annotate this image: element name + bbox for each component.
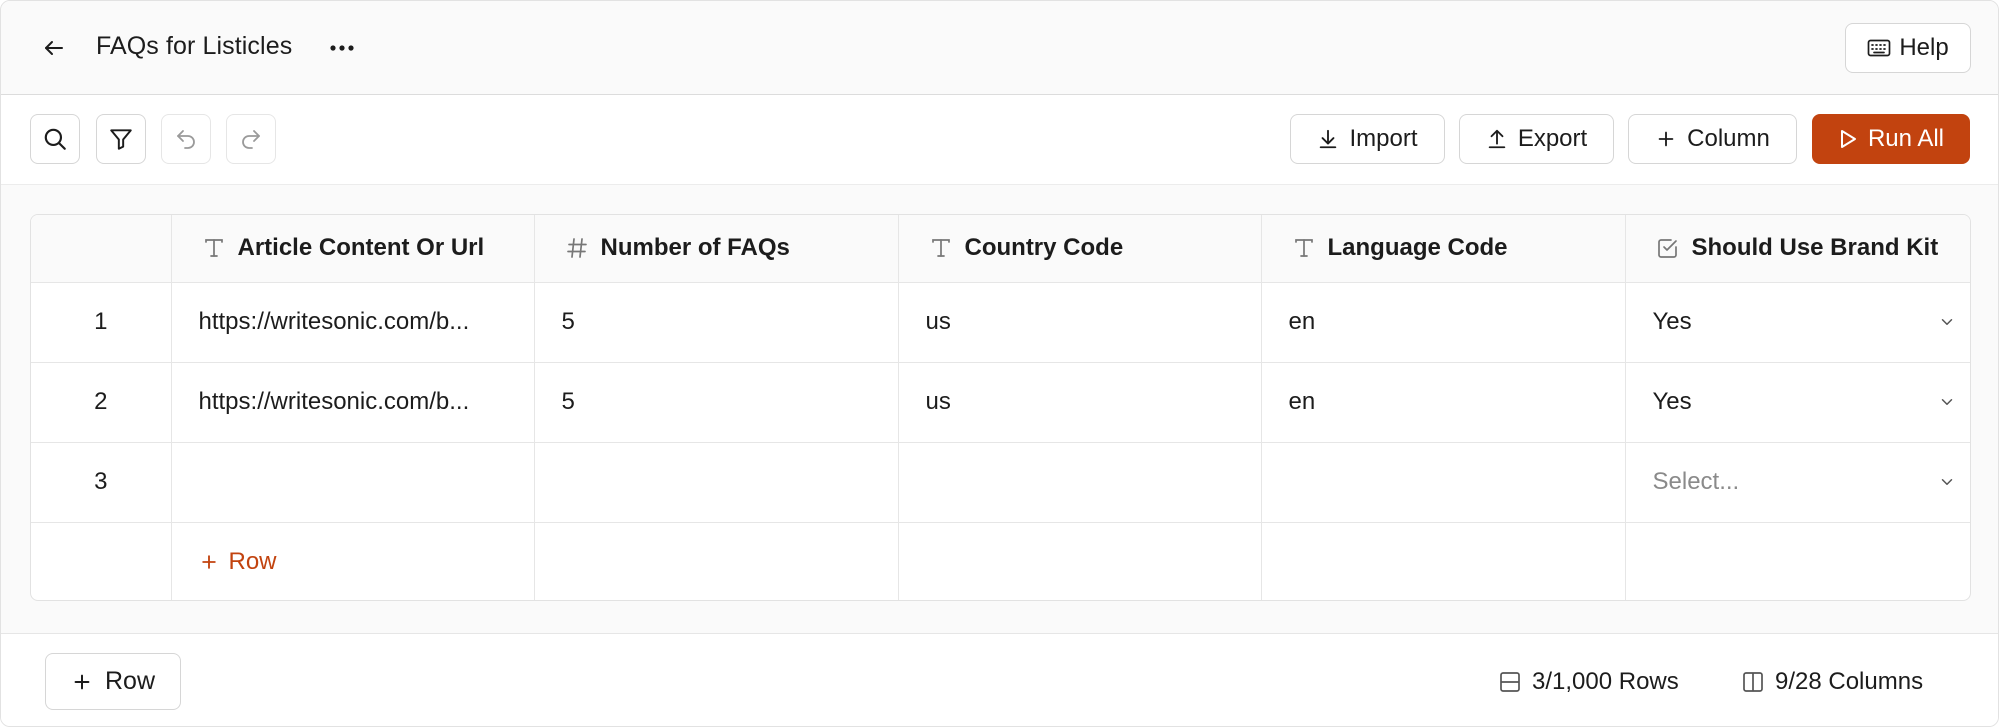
column-header-label: Number of FAQs bbox=[600, 234, 790, 262]
keyboard-icon bbox=[1867, 39, 1891, 57]
cell-country[interactable]: us bbox=[898, 362, 1262, 443]
select-value: Yes bbox=[1652, 388, 1692, 415]
cell-language[interactable]: en bbox=[1261, 362, 1626, 443]
cell-faqs[interactable] bbox=[534, 442, 899, 523]
add-row-label: Row bbox=[104, 667, 155, 695]
rows-icon bbox=[1500, 672, 1520, 692]
row-index: 1 bbox=[31, 282, 172, 363]
export-button[interactable]: Export bbox=[1459, 114, 1614, 164]
table-header-row: Article Content Or Url Number of FAQs Co… bbox=[31, 215, 1970, 283]
run-all-button[interactable]: Run All bbox=[1812, 114, 1970, 164]
table-row: 2 https://writesonic.com/b... 5 us en Ye… bbox=[31, 362, 1970, 443]
rows-count-label: 3/1,000 Rows bbox=[1532, 668, 1679, 695]
app-window: FAQs for Listicles Help Import Export Co… bbox=[0, 0, 1999, 727]
column-header-article[interactable]: Article Content Or Url bbox=[171, 215, 535, 283]
more-horizontal-icon bbox=[330, 45, 354, 51]
plus-icon bbox=[1658, 131, 1674, 147]
import-button[interactable]: Import bbox=[1290, 114, 1445, 164]
add-row-table-row: Row bbox=[31, 522, 1970, 600]
column-header-language[interactable]: Language Code bbox=[1261, 215, 1626, 283]
chevron-down-icon bbox=[1941, 479, 1953, 485]
add-column-button[interactable]: Column bbox=[1628, 114, 1797, 164]
cell-language[interactable]: en bbox=[1261, 282, 1626, 363]
search-button[interactable] bbox=[30, 114, 80, 164]
cell-language[interactable] bbox=[1261, 442, 1626, 523]
cell-article-value: https://writesonic.com/b... bbox=[198, 388, 470, 415]
table-row: 1 https://writesonic.com/b... 5 us en Ye… bbox=[31, 282, 1970, 363]
empty-cell bbox=[898, 522, 1262, 600]
add-row-button[interactable]: Row bbox=[45, 653, 181, 710]
arrow-left-icon bbox=[45, 41, 63, 55]
help-label: Help bbox=[1899, 34, 1949, 61]
plus-icon bbox=[74, 674, 90, 689]
plus-icon bbox=[201, 555, 216, 569]
columns-icon bbox=[1743, 672, 1763, 692]
row-index: 2 bbox=[31, 362, 172, 443]
cell-article[interactable]: https://writesonic.com/b... bbox=[171, 282, 535, 363]
upload-icon bbox=[1488, 129, 1506, 149]
columns-count-label: 9/28 Columns bbox=[1775, 668, 1924, 695]
cell-country[interactable]: us bbox=[898, 282, 1262, 363]
text-type-icon bbox=[1294, 239, 1313, 258]
empty-cell bbox=[1625, 522, 1970, 600]
add-row-inline-button[interactable]: Row bbox=[199, 548, 534, 576]
empty-cell bbox=[1261, 522, 1626, 600]
undo-icon bbox=[177, 130, 195, 149]
cell-brand-kit-select[interactable]: Yes bbox=[1625, 282, 1970, 363]
search-icon bbox=[44, 128, 66, 150]
select-placeholder: Select... bbox=[1652, 468, 1740, 495]
undo-button[interactable] bbox=[161, 114, 211, 164]
cell-country[interactable] bbox=[898, 442, 1262, 523]
filter-button[interactable] bbox=[96, 114, 146, 164]
help-button[interactable]: Help bbox=[1845, 23, 1971, 73]
hash-icon bbox=[566, 238, 587, 259]
row-index: 3 bbox=[31, 442, 172, 523]
empty-cell bbox=[534, 522, 899, 600]
page-header: FAQs for Listicles Help bbox=[1, 1, 1998, 95]
empty-cell bbox=[31, 522, 172, 600]
cell-faqs[interactable]: 5 bbox=[534, 282, 899, 363]
index-column-header bbox=[31, 215, 172, 283]
cell-article[interactable]: https://writesonic.com/b... bbox=[171, 362, 535, 443]
add-row-inline-cell[interactable]: Row bbox=[171, 522, 535, 600]
cell-faqs[interactable]: 5 bbox=[534, 362, 899, 443]
checkbox-icon bbox=[1657, 239, 1677, 259]
run-all-label: Run All bbox=[1867, 125, 1945, 152]
column-header-label: Country Code bbox=[964, 234, 1124, 262]
column-header-country[interactable]: Country Code bbox=[898, 215, 1262, 283]
cell-article-value: https://writesonic.com/b... bbox=[198, 308, 470, 335]
text-type-icon bbox=[204, 239, 223, 258]
redo-button[interactable] bbox=[226, 114, 276, 164]
column-header-brand-kit[interactable]: Should Use Brand Kit bbox=[1625, 215, 1970, 283]
download-icon bbox=[1320, 129, 1337, 149]
chevron-down-icon bbox=[1941, 399, 1953, 405]
cell-brand-kit-select[interactable]: Select... bbox=[1625, 442, 1970, 523]
footer-bar: Row 3/1,000 Rows 9/28 Columns bbox=[1, 633, 1998, 726]
import-label: Import bbox=[1349, 125, 1418, 152]
data-table: Article Content Or Url Number of FAQs Co… bbox=[30, 214, 1971, 601]
table-row: 3 Select... bbox=[31, 442, 1970, 523]
add-column-label: Column bbox=[1687, 125, 1770, 152]
export-label: Export bbox=[1517, 125, 1588, 152]
add-row-inline-label: Row bbox=[228, 548, 277, 576]
select-value: Yes bbox=[1652, 308, 1692, 335]
cell-article[interactable] bbox=[171, 442, 535, 523]
column-header-label: Article Content Or Url bbox=[237, 234, 485, 262]
filter-icon bbox=[110, 129, 132, 150]
rows-count-stat: 3/1,000 Rows bbox=[1498, 668, 1679, 696]
redo-icon bbox=[242, 130, 260, 149]
text-type-icon bbox=[931, 239, 950, 258]
cell-brand-kit-select[interactable]: Yes bbox=[1625, 362, 1970, 443]
columns-count-stat: 9/28 Columns bbox=[1741, 668, 1923, 696]
page-title: FAQs for Listicles bbox=[96, 32, 293, 60]
column-header-faqs[interactable]: Number of FAQs bbox=[534, 215, 899, 283]
play-icon bbox=[1840, 130, 1856, 148]
column-header-label: Language Code bbox=[1327, 234, 1508, 262]
content-area: Article Content Or Url Number of FAQs Co… bbox=[1, 185, 1998, 633]
chevron-down-icon bbox=[1941, 319, 1953, 325]
column-header-label: Should Use Brand Kit bbox=[1691, 234, 1939, 262]
more-options-button[interactable] bbox=[325, 31, 359, 65]
toolbar: Import Export Column Run All bbox=[1, 95, 1998, 185]
back-button[interactable] bbox=[37, 31, 71, 65]
